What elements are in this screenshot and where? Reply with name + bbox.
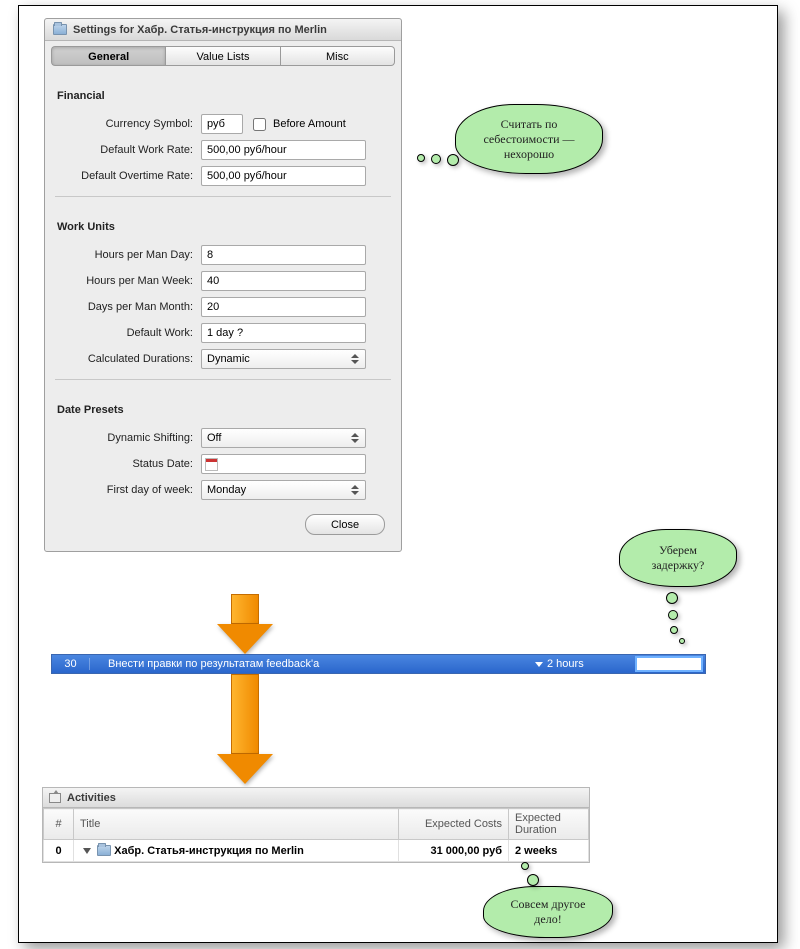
- col-title[interactable]: Title: [74, 809, 399, 840]
- activities-title: Activities: [67, 788, 116, 808]
- settings-window: Settings for Хабр. Статья-инструкция по …: [44, 18, 402, 552]
- callout-2-text: Уберем задержку?: [634, 543, 722, 573]
- hours-per-man-day-input[interactable]: [201, 245, 366, 265]
- folder-icon: [53, 24, 67, 35]
- close-button[interactable]: Close: [305, 514, 385, 535]
- col-num[interactable]: #: [44, 809, 74, 840]
- task-number: 30: [52, 658, 90, 670]
- currency-symbol-input[interactable]: [201, 114, 243, 134]
- tab-misc[interactable]: Misc: [281, 46, 395, 66]
- callout-1: Считать по себестоимости — нехорошо: [455, 104, 603, 174]
- default-overtime-rate-label: Default Overtime Rate:: [51, 170, 201, 182]
- default-work-input[interactable]: [201, 323, 366, 343]
- cell-costs: 31 000,00 руб: [399, 840, 509, 862]
- default-overtime-rate-input[interactable]: [201, 166, 366, 186]
- table-row[interactable]: 0 Хабр. Статья-инструкция по Merlin 31 0…: [44, 840, 589, 862]
- first-day-select[interactable]: Monday: [201, 480, 366, 500]
- default-work-rate-input[interactable]: [201, 140, 366, 160]
- task-duration: 2 hours: [535, 658, 635, 670]
- activities-header: Activities: [43, 788, 589, 808]
- disclosure-triangle-icon[interactable]: [83, 848, 91, 854]
- activities-panel: Activities # Title Expected Costs Expect…: [42, 787, 590, 863]
- hours-per-man-day-label: Hours per Man Day:: [51, 249, 201, 261]
- before-amount-label: Before Amount: [273, 118, 346, 130]
- window-titlebar: Settings for Хабр. Статья-инструкция по …: [45, 19, 401, 41]
- callout-1-text: Считать по себестоимости — нехорошо: [470, 117, 588, 162]
- status-date-input[interactable]: [201, 454, 366, 474]
- arrow-2: [217, 674, 273, 784]
- tab-bar: General Value Lists Misc: [51, 46, 395, 66]
- cell-duration: 2 weeks: [509, 840, 589, 862]
- first-day-label: First day of week:: [51, 484, 201, 496]
- tab-value-lists[interactable]: Value Lists: [165, 46, 280, 66]
- window-title: Settings for Хабр. Статья-инструкция по …: [73, 19, 327, 41]
- section-financial: Financial: [51, 76, 395, 108]
- arrow-1: [217, 594, 273, 654]
- callout-2: Уберем задержку?: [619, 529, 737, 587]
- col-expected-duration[interactable]: Expected Duration: [509, 809, 589, 840]
- cell-num: 0: [44, 840, 74, 862]
- task-inline-input[interactable]: [635, 656, 703, 672]
- before-amount-checkbox[interactable]: [253, 118, 266, 131]
- status-date-label: Status Date:: [51, 458, 201, 470]
- activities-icon: [49, 793, 61, 803]
- folder-icon: [97, 845, 111, 856]
- dropdown-triangle-icon: [535, 662, 543, 667]
- hours-per-man-week-input[interactable]: [201, 271, 366, 291]
- calc-durations-label: Calculated Durations:: [51, 353, 201, 365]
- callout-3-text: Совсем другое дело!: [498, 897, 598, 927]
- section-date-presets: Date Presets: [51, 390, 395, 422]
- col-expected-costs[interactable]: Expected Costs: [399, 809, 509, 840]
- default-work-rate-label: Default Work Rate:: [51, 144, 201, 156]
- days-per-man-month-label: Days per Man Month:: [51, 301, 201, 313]
- activities-table: # Title Expected Costs Expected Duration…: [43, 808, 589, 862]
- dynamic-shifting-select[interactable]: Off: [201, 428, 366, 448]
- task-title: Внести правки по результатам feedback'а: [90, 658, 535, 670]
- section-work-units: Work Units: [51, 207, 395, 239]
- tab-general[interactable]: General: [51, 46, 165, 66]
- callout-3: Совсем другое дело!: [483, 886, 613, 938]
- currency-symbol-label: Currency Symbol:: [51, 118, 201, 130]
- default-work-label: Default Work:: [51, 327, 201, 339]
- hours-per-man-week-label: Hours per Man Week:: [51, 275, 201, 287]
- cell-title: Хабр. Статья-инструкция по Merlin: [74, 840, 399, 862]
- calendar-icon: [205, 458, 218, 471]
- task-row[interactable]: 30 Внести правки по результатам feedback…: [51, 654, 706, 674]
- calc-durations-select[interactable]: Dynamic: [201, 349, 366, 369]
- days-per-man-month-input[interactable]: [201, 297, 366, 317]
- dynamic-shifting-label: Dynamic Shifting:: [51, 432, 201, 444]
